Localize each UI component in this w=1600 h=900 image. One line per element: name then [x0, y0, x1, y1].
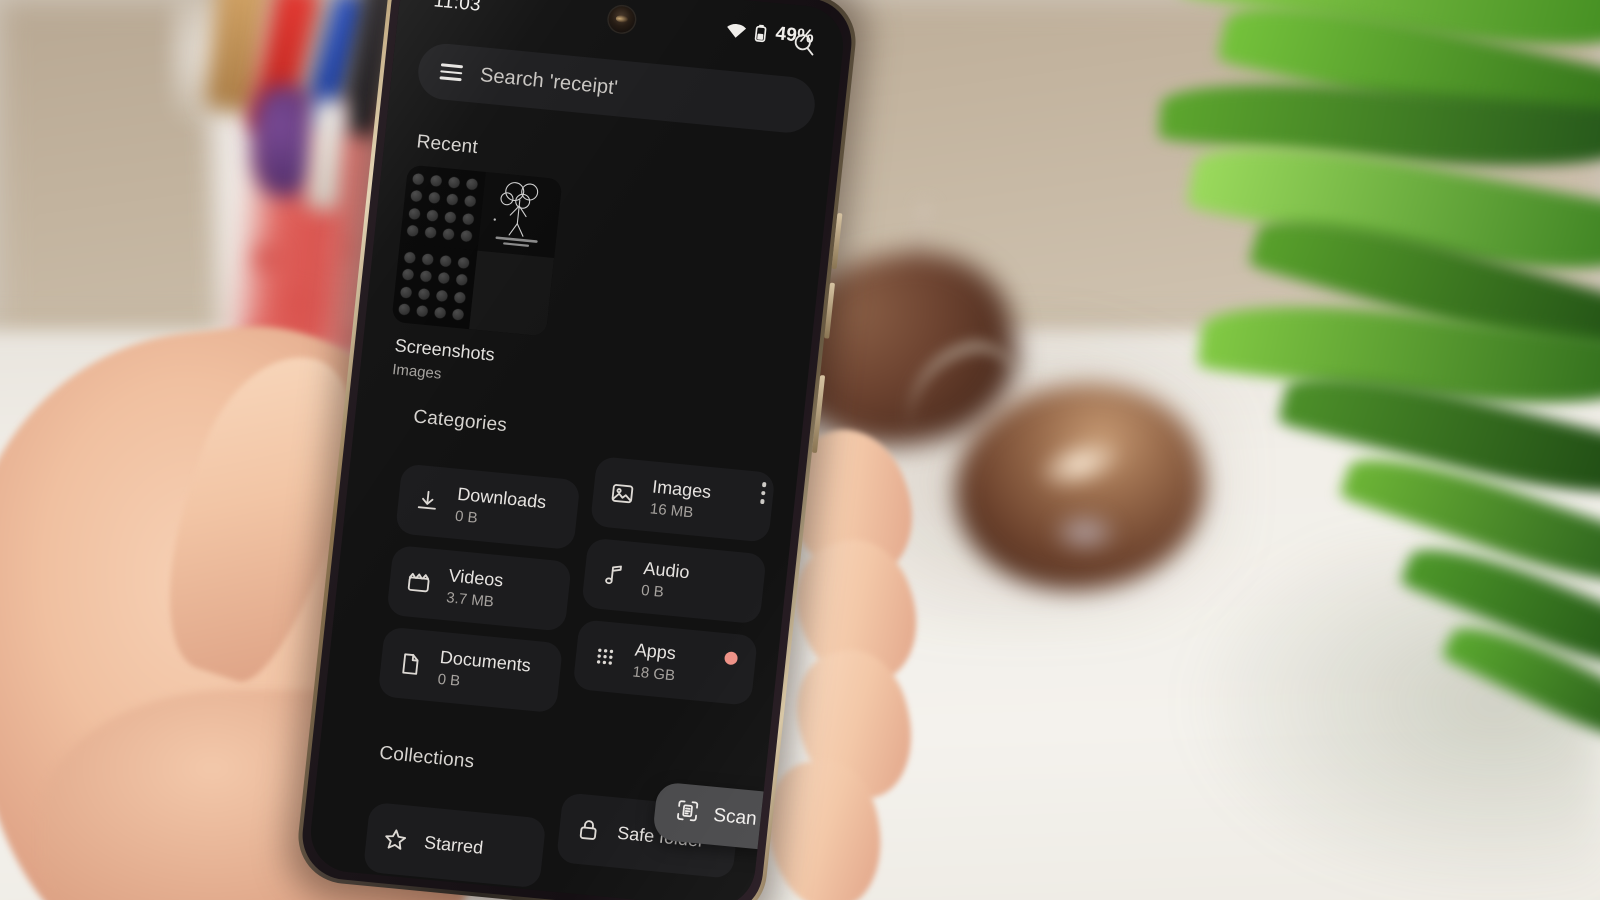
music-note-icon [599, 561, 628, 589]
category-card-audio[interactable]: Audio 0 B [581, 537, 767, 625]
category-label: Apps [633, 639, 677, 663]
plant [1157, 0, 1600, 770]
image-icon [608, 479, 637, 507]
category-label: Videos [447, 564, 505, 591]
lock-icon [574, 816, 603, 844]
phone-bezel: 11:03 49% Search 'receipt' Recent Screen… [298, 0, 856, 900]
search-placeholder-text: Search 'receipt' [479, 63, 619, 99]
categories-grid: Downloads 0 B Videos 3.7 MB Documents 0 … [352, 435, 776, 732]
scan-button-label: Scan [712, 804, 758, 830]
category-card-videos[interactable]: Videos 3.7 MB [386, 544, 572, 632]
category-card-apps[interactable]: Apps 18 GB [572, 619, 759, 706]
category-size: 0 B [640, 581, 665, 601]
smartphone: 11:03 49% Search 'receipt' Recent Screen… [282, 0, 872, 900]
recent-item[interactable]: Screenshots Images [385, 164, 804, 416]
search-icon[interactable] [790, 30, 819, 58]
category-size: 16 MB [649, 499, 695, 521]
apps-notification-badge [723, 651, 739, 666]
category-card-images[interactable]: Images 16 MB [589, 456, 776, 543]
category-card-documents[interactable]: Documents 0 B [377, 626, 564, 714]
download-icon [413, 487, 442, 515]
phone-screen: 11:03 49% Search 'receipt' Recent Screen… [306, 0, 848, 900]
apps-grid-icon [591, 643, 620, 671]
thumbnail-tile-apps-2 [391, 243, 477, 330]
screenshot-collage-thumbnail[interactable] [391, 164, 563, 337]
category-card-downloads[interactable]: Downloads 0 B [394, 463, 581, 551]
category-size: 3.7 MB [445, 588, 495, 611]
sunglasses-highlight-2 [1050, 510, 1120, 555]
categories-column-left: Downloads 0 B Videos 3.7 MB Documents 0 … [377, 438, 584, 714]
collections-column-left: Starred [362, 774, 550, 889]
collection-label: Starred [423, 831, 485, 858]
hamburger-menu-icon[interactable] [439, 63, 464, 81]
phone-frame: 11:03 49% Search 'receipt' Recent Screen… [293, 0, 861, 900]
video-icon [405, 568, 434, 596]
category-label: Images [651, 476, 713, 502]
category-size: 18 GB [631, 662, 676, 684]
document-icon [396, 650, 425, 678]
files-app: 11:03 49% Search 'receipt' Recent Screen… [307, 0, 847, 900]
thumbnail-tile-empty [468, 250, 555, 337]
categories-column-right: Images 16 MB Audio 0 B Apps 18 GB [570, 456, 776, 732]
app-content: Recent Screenshots Images Categories Dow… [307, 106, 832, 900]
collection-card-starred[interactable]: Starred [362, 801, 547, 889]
category-label: Audio [642, 557, 691, 582]
scan-button[interactable]: Scan [651, 781, 786, 852]
thumbnail-tile-apps-1 [399, 164, 486, 251]
star-icon [381, 825, 410, 853]
thumbnail-tile-drawing [476, 172, 563, 258]
document-scan-icon [673, 797, 701, 829]
